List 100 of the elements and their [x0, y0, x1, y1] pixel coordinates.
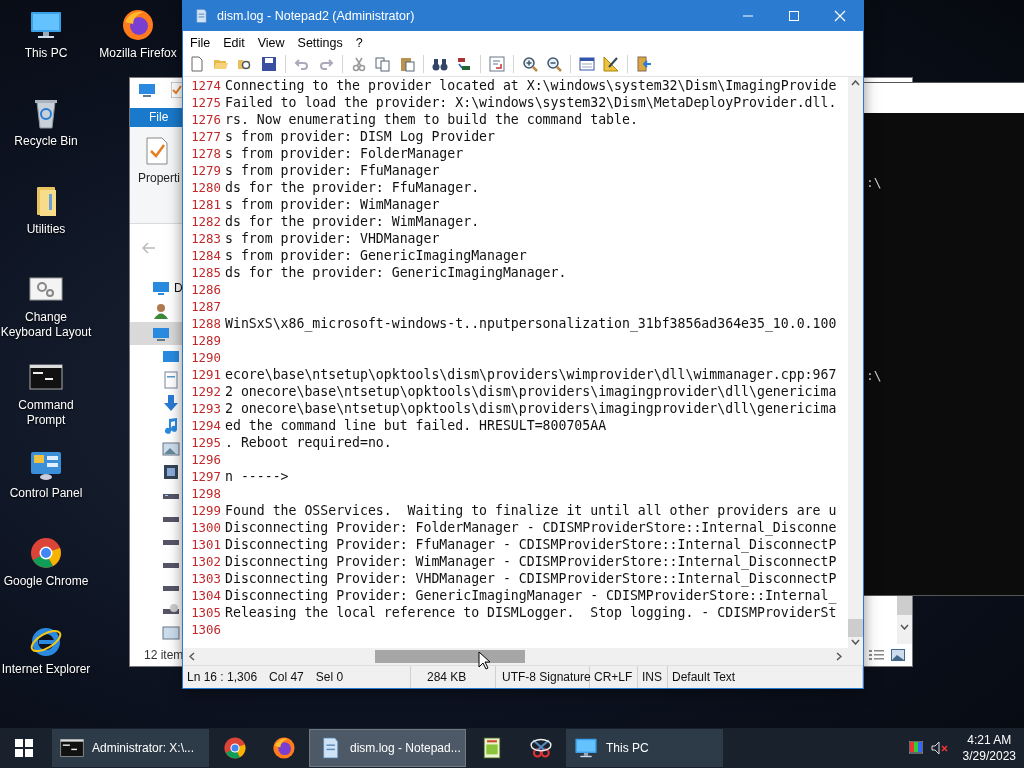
line-number: 1293: [190, 401, 222, 416]
icon-label[interactable]: Utilities: [26, 222, 66, 237]
menu-item[interactable]: Edit: [216, 35, 251, 50]
code-line: s from provider: FfuManager: [225, 163, 440, 178]
icon-label[interactable]: Control Panel: [9, 486, 83, 501]
checklist-icon[interactable]: [171, 81, 183, 98]
code-line: Found the OSServices. Waiting to finalize it until all other providers are u: [225, 503, 837, 518]
line-number: 1278: [190, 146, 222, 161]
speaker-muted-icon[interactable]: [930, 741, 949, 755]
windows-logo-icon: [15, 739, 33, 757]
code-line: Failed to load the provider: X:\windows\system32\Dism\MetaDeployProvider.dll.: [225, 95, 837, 110]
line-number: 1303: [190, 571, 222, 586]
status-text: INS: [642, 670, 662, 684]
taskbar-button[interactable]: This PC: [566, 729, 723, 767]
code-line: Connecting to the provider located at X:\windows\system32\Dism\ImagingProvide: [225, 78, 837, 93]
line-number: 1306: [190, 622, 222, 637]
checklist-icon[interactable]: [145, 137, 168, 166]
code-line: Disconnecting Provider: GenericImagingManager - CDISMProviderStore::Internal_: [225, 588, 837, 603]
binoculars-icon[interactable]: [432, 56, 448, 72]
scissors-icon[interactable]: [351, 56, 367, 72]
status-text: Col 47: [269, 670, 304, 684]
code-line: s from provider: GenericImagingManager: [225, 248, 527, 263]
icon-label[interactable]: Recycle Bin: [14, 134, 78, 149]
code-line: ecore\base\ntsetup\opktools\dism\providers\wimprovider\dll\wimmanager.cpp:967: [225, 367, 837, 382]
picture-icon[interactable]: [162, 439, 180, 458]
line-number: 1290: [190, 350, 222, 365]
line-number: 1285: [190, 265, 222, 280]
code-line: Disconnecting Provider: FolderManager - CDISMProviderStore::Internal_Disconne: [225, 520, 837, 535]
save-icon[interactable]: [261, 56, 277, 72]
browser-icon[interactable]: [121, 8, 155, 42]
window-title: dism.log - Notepad2 (Administrator): [217, 8, 416, 23]
picture-icon[interactable]: [891, 649, 905, 661]
line-number: 1276: [190, 112, 222, 127]
browser-icon[interactable]: [29, 536, 63, 570]
code-line: s from provider: DISM Log Provider: [225, 129, 495, 144]
menu-item[interactable]: ?: [348, 35, 369, 50]
code-line: ed the command line but failed. HRESULT=800705AA: [225, 418, 607, 433]
icon-label[interactable]: Change Keyboard Layout: [0, 310, 92, 340]
line-number: 1279: [190, 163, 222, 178]
code-line: Disconnecting Provider: VHDManager - CDISMProviderStore::Internal_DisconnectP: [225, 571, 837, 586]
details-view-icon[interactable]: [869, 649, 885, 661]
clock[interactable]: 4:21 AM 3/29/2023: [956, 732, 1016, 764]
scrollbar-thumb[interactable]: [375, 650, 525, 663]
code-line: ds for the provider: FfuManager.: [225, 180, 480, 195]
icon-label[interactable]: Internet Explorer: [1, 662, 91, 677]
icon-label[interactable]: Mozilla Firefox: [99, 46, 177, 61]
window-icon[interactable]: [579, 56, 595, 72]
icon-label[interactable]: Google Chrome: [3, 574, 89, 589]
exit-door-icon[interactable]: [636, 56, 652, 72]
line-number: 1292: [190, 384, 222, 399]
vertical-scrollbar[interactable]: [897, 595, 912, 644]
line-number: 1284: [190, 248, 222, 263]
new-file-icon[interactable]: [189, 56, 205, 72]
line-number: 1291: [190, 367, 222, 382]
line-number: 1289: [190, 333, 222, 348]
code-line: WinSxS\x86_microsoft-windows-t..nputpersonalization_31bf3856ad364e35_10.0.100: [225, 316, 837, 331]
line-number: 1283: [190, 231, 222, 246]
line-number: 1275: [190, 95, 222, 110]
vertical-scrollbar[interactable]: [848, 77, 863, 648]
color-display-icon[interactable]: [908, 741, 923, 755]
line-number: 1277: [190, 129, 222, 144]
line-number: 1305: [190, 605, 222, 620]
film-icon[interactable]: [162, 462, 180, 481]
console-line: :\: [866, 175, 883, 191]
replace-icon[interactable]: [456, 56, 472, 72]
status-text: UTF-8 Signature: [502, 670, 591, 684]
document-icon[interactable]: [162, 370, 180, 389]
code-line: ds for the provider: GenericImagingManager.: [225, 265, 567, 280]
download-arrow-icon[interactable]: [162, 393, 180, 412]
line-number: 1302: [190, 554, 222, 569]
scrollbar-thumb[interactable]: [848, 619, 863, 637]
line-number: 1304: [190, 588, 222, 603]
browser-icon: [271, 736, 296, 760]
code-line: . Reboot required=no.: [225, 435, 392, 450]
ribbon-button-label[interactable]: Properti: [130, 171, 181, 186]
mouse-cursor-icon: [478, 651, 490, 670]
menu-item[interactable]: File: [183, 35, 217, 50]
horizontal-scrollbar[interactable]: [183, 648, 848, 665]
icon-label[interactable]: Command Prompt: [0, 398, 92, 428]
taskbar-button[interactable]: Administrator: X:\...: [52, 729, 209, 767]
icon-label[interactable]: This PC: [24, 46, 68, 61]
taskbar-button[interactable]: dism.log - Notepad...: [309, 729, 466, 767]
paste-icon[interactable]: [399, 56, 415, 72]
line-number: 1282: [190, 214, 222, 229]
music-note-icon[interactable]: [162, 416, 180, 435]
menu-item[interactable]: View: [250, 35, 291, 50]
code-line: ds for the provider: WimManager.: [225, 214, 480, 229]
zoom-in-icon[interactable]: [522, 56, 538, 72]
status-text: CR+LF: [594, 670, 633, 684]
copy-icon[interactable]: [375, 56, 391, 72]
code-line: s from provider: FolderManager: [225, 146, 464, 161]
scissors-icon: [528, 736, 553, 760]
menu-item[interactable]: Settings: [290, 35, 349, 50]
ruler-pencil-icon[interactable]: [603, 56, 619, 72]
zoom-out-icon[interactable]: [546, 56, 562, 72]
line-number: 1280: [190, 180, 222, 195]
user-icon[interactable]: [152, 301, 170, 320]
ribbon-tab[interactable]: File: [130, 107, 183, 128]
nav-item[interactable]: D: [174, 280, 183, 295]
line-number: 1287: [190, 299, 222, 314]
